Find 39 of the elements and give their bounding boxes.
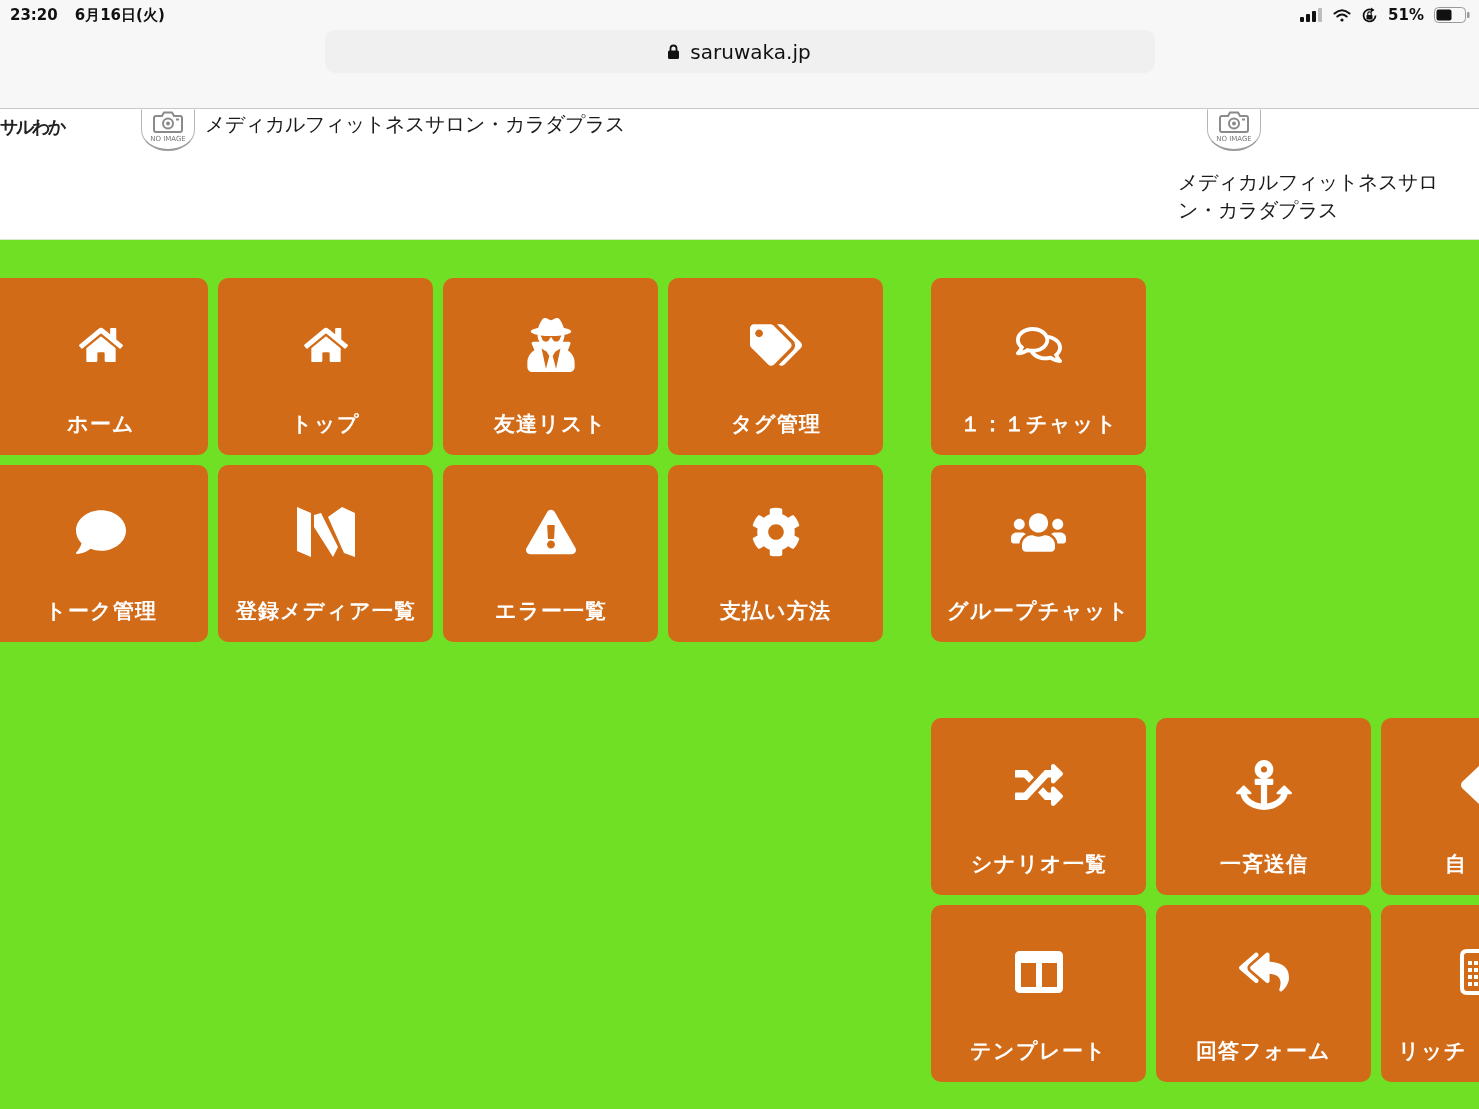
menu-tile[interactable]: グループチャット: [931, 465, 1146, 642]
menu-tile[interactable]: 回答フォーム: [1156, 905, 1371, 1082]
wifi-icon: [1333, 8, 1352, 22]
folded-m-icon: [296, 507, 355, 557]
lock-icon: [668, 44, 680, 59]
battery-icon: [1434, 7, 1470, 23]
menu-tile[interactable]: エラー一覧: [443, 465, 658, 642]
camera-icon: [153, 111, 183, 133]
address-bar[interactable]: saruwaka.jp: [324, 30, 1155, 73]
rotation-lock-icon: [1361, 6, 1379, 24]
menu-tile[interactable]: リッチ: [1381, 905, 1479, 1082]
menu-tile[interactable]: トップ: [218, 278, 433, 455]
signal-icon: [1300, 8, 1324, 22]
site-logo[interactable]: サルわか: [0, 116, 64, 137]
menu-tile[interactable]: ホーム: [0, 278, 208, 455]
status-date: 6月16日(火): [74, 6, 165, 24]
battery-percent: 51%: [1388, 6, 1424, 24]
status-time: 23:20: [10, 6, 58, 24]
columns-icon: [1014, 948, 1063, 996]
menu-tile[interactable]: テンプレート: [931, 905, 1146, 1082]
menu-tile[interactable]: 一斉送信: [1156, 718, 1371, 895]
shop-name: メディカルフィットネスサロン・カラダプラス: [205, 111, 625, 138]
anchor-icon: [1235, 757, 1292, 813]
speech-bubble-icon: [75, 507, 126, 557]
keypad-icon: [1460, 949, 1479, 995]
menu-tile[interactable]: 支払い方法: [668, 465, 883, 642]
shop-name: メディカルフィットネスサロン・カラダプラス: [1178, 169, 1439, 224]
menu-tile[interactable]: トーク管理: [0, 465, 208, 642]
camera-icon: [1219, 111, 1249, 133]
triangle-icon: [1460, 766, 1479, 804]
settings-icon: [750, 507, 801, 557]
menu-tile[interactable]: シナリオ一覧: [931, 718, 1146, 895]
menu-tile[interactable]: タグ管理: [668, 278, 883, 455]
menu-tile[interactable]: １：１チャット: [931, 278, 1146, 455]
warning-icon: [525, 507, 576, 557]
menu-tile[interactable]: 登録メディア一覧: [218, 465, 433, 642]
shuffle-icon: [1014, 761, 1063, 809]
menu-tile[interactable]: 友達リスト: [443, 278, 658, 455]
menu-tile[interactable]: 自: [1381, 718, 1479, 895]
